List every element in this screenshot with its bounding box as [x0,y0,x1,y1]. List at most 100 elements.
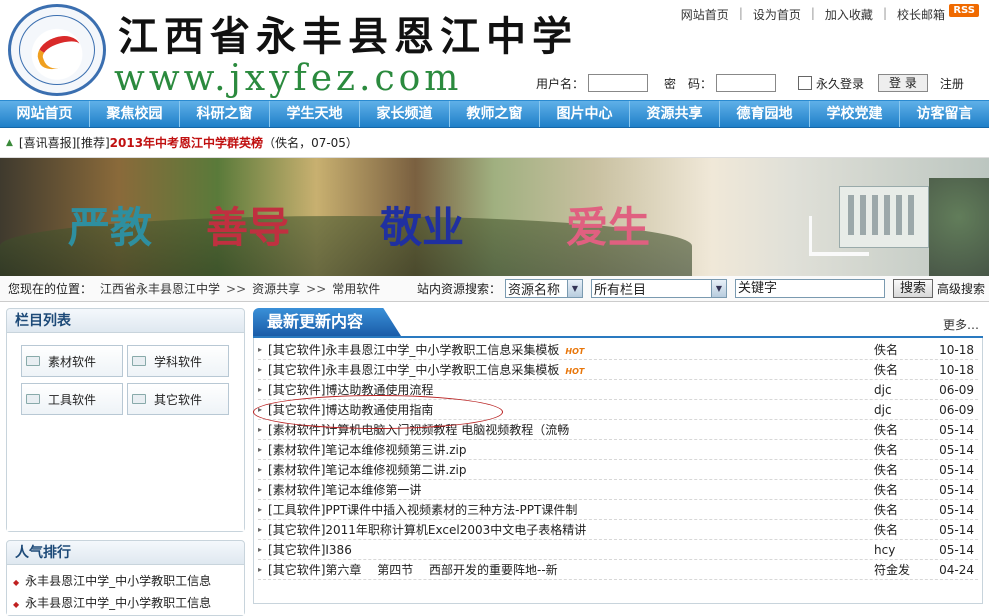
table-row[interactable]: ▸ [素材软件]笔记本维修第一讲 佚名 05-14 [258,480,978,500]
row-title[interactable]: [其它软件]I386 [268,541,874,558]
table-row[interactable]: ▸ [其它软件]2011年职称计算机Excel2003中文电子表格精讲 佚名 05-1… [258,520,978,540]
nav-party[interactable]: 学校党建 [810,101,900,127]
toplink-home[interactable]: 网站首页 [681,6,729,23]
search-input[interactable]: 关键字 [734,279,885,298]
nav-moral-education[interactable]: 德育园地 [720,101,810,127]
table-row[interactable]: ▸ [素材软件]计算机电脑入门视频教程 电脑视频教程（流畅 佚名 05-14 [258,420,978,440]
table-row[interactable]: ▸ [其它软件]博达助教通使用流程 djc 06-09 [258,380,978,400]
chevron-down-icon: ▼ [710,280,726,297]
row-title[interactable]: [素材软件]笔记本维修视频第三讲.zip [268,441,874,458]
school-logo[interactable] [8,4,106,96]
row-date: 05-14 [939,442,974,457]
category-other[interactable]: 其它软件 [127,383,229,415]
site-url: www.jxyfez.com [114,58,463,99]
row-title[interactable]: [素材软件]计算机电脑入门视频教程 电脑视频教程（流畅 [268,421,874,438]
ticker-meta: （佚名，07-05） [263,136,358,150]
folder-icon [132,356,146,366]
nav-pictures[interactable]: 图片中心 [540,101,630,127]
folder-icon [26,394,40,404]
row-date: 05-14 [939,482,974,497]
bullet-icon: ▸ [258,365,263,374]
table-row[interactable]: ▸ [其它软件]博达助教通使用指南 djc 06-09 [258,400,978,420]
nav-research[interactable]: 科研之窗 [180,101,270,127]
table-row[interactable]: ▸ [工具软件]PPT课件中插入视频素材的三种方法-PPT课件制 佚名 05-14 [258,500,978,520]
rss-icon[interactable]: RSS [949,4,979,17]
bullet-icon: ◆ [13,578,20,587]
row-title[interactable]: [其它软件]第六章 第四节 西部开发的重要阵地--新 [268,561,874,578]
row-title[interactable]: [工具软件]PPT课件中插入视频素材的三种方法-PPT课件制 [268,501,874,518]
row-date: 05-14 [939,522,974,537]
row-date: 05-14 [939,422,974,437]
folder-icon [132,394,146,404]
toplink-favorite[interactable]: 加入收藏 [825,6,873,23]
nav-campus-focus[interactable]: 聚焦校园 [90,101,180,127]
breadcrumb-resources[interactable]: 资源共享 [252,282,300,296]
location-bar: 您现在的位置： 江西省永丰县恩江中学 >> 资源共享 >> 常用软件 站内资源搜索： 资… [0,276,989,302]
category-list: 素材软件 学科软件 工具软件 其它软件 [7,333,245,531]
table-row[interactable]: ▸ [其它软件]I386 hcy 05-14 [258,540,978,560]
row-title[interactable]: [素材软件]笔记本维修视频第二讲.zip [268,461,874,478]
banner-trees [929,178,989,276]
category-material[interactable]: 素材软件 [21,345,123,377]
updates-panel: 最新更新内容 更多… ▸ [其它软件]永丰县恩江中学_中小学教职工信息采集模板 HO… [253,308,983,616]
row-title[interactable]: [其它软件]博达助教通使用流程 [268,381,874,398]
toplink-principal-mail[interactable]: 校长邮箱 [897,6,945,23]
row-title[interactable]: [其它软件]永丰县恩江中学_中小学教职工信息采集模板 HOT [268,341,874,358]
row-title[interactable]: [其它软件]博达助教通使用指南 [268,401,874,418]
table-row[interactable]: ▸ [素材软件]笔记本维修视频第三讲.zip 佚名 05-14 [258,440,978,460]
remember-checkbox[interactable] [798,76,813,90]
breadcrumb-home[interactable]: 江西省永丰县恩江中学 [100,282,220,296]
breadcrumb-common-software[interactable]: 常用软件 [332,282,380,296]
search-button[interactable]: 搜索 [892,279,933,298]
bullet-icon: ▸ [258,485,263,494]
row-author: 佚名 [874,503,899,517]
nav-guestbook[interactable]: 访客留言 [900,101,989,127]
row-title[interactable]: [其它软件]2011年职称计算机Excel2003中文电子表格精讲 [268,521,874,538]
list-item[interactable]: ◆ 永丰县恩江中学_中小学教职工信息 [13,571,238,593]
row-date: 04-24 [939,562,974,577]
ticker-headline[interactable]: 2013年中考恩江中学群英榜 [110,134,263,151]
search-field-select[interactable]: 资源名称 ▼ [504,279,583,298]
main-content: 栏目列表 素材软件 学科软件 工具软件 其它软件 人气排行 ◆ 永丰县恩江中学_中… [0,302,989,616]
username-input[interactable] [588,74,649,92]
row-author: 佚名 [874,483,899,497]
nav-home[interactable]: 网站首页 [0,101,90,127]
row-title[interactable]: [其它软件]永丰县恩江中学_中小学教职工信息采集模板 HOT [268,361,874,378]
row-date: 10-18 [939,362,974,377]
row-author: 佚名 [874,423,899,437]
nav-students[interactable]: 学生天地 [270,101,360,127]
sidebar: 栏目列表 素材软件 学科软件 工具软件 其它软件 人气排行 ◆ 永丰县恩江中学_中… [6,308,246,616]
row-date: 05-14 [939,462,974,477]
table-row[interactable]: ▸ [素材软件]笔记本维修视频第二讲.zip 佚名 05-14 [258,460,978,480]
banner-word-3: 敬业 [380,203,465,252]
bullet-icon: ▸ [258,405,263,414]
bullet-icon: ▸ [258,445,263,454]
register-link[interactable]: 注册 [940,75,964,92]
breadcrumb: 江西省永丰县恩江中学 >> 资源共享 >> 常用软件 [100,282,381,296]
toplink-set-home[interactable]: 设为首页 [753,6,801,23]
nav-parents[interactable]: 家长频道 [360,101,450,127]
main-nav: 网站首页 聚焦校园 科研之窗 学生天地 家长频道 教师之窗 图片中心 资源共享 … [0,100,989,128]
category-subject[interactable]: 学科软件 [127,345,229,377]
password-input[interactable] [716,74,777,92]
table-row[interactable]: ▸ [其它软件]永丰县恩江中学_中小学教职工信息采集模板 HOT 佚名 10-18 [258,360,978,380]
list-item[interactable]: ◆ 永丰县恩江中学_中小学教职工信息 [13,593,238,615]
row-author: 佚名 [874,443,899,457]
table-row[interactable]: ▸ [其它软件]永丰县恩江中学_中小学教职工信息采集模板 HOT 佚名 10-18 [258,340,978,360]
updates-header: 最新更新内容 更多… [253,308,983,338]
search-column-select[interactable]: 所有栏目 ▼ [590,279,727,298]
banner-word-1: 严教 [68,203,153,252]
table-row[interactable]: ▸ [其它软件]第六章 第四节 西部开发的重要阵地--新 符金发 04-24 [258,560,978,580]
nav-teachers[interactable]: 教师之窗 [450,101,540,127]
updates-title: 最新更新内容 [253,308,402,336]
bullet-icon: ▸ [258,505,263,514]
more-link[interactable]: 更多… [943,316,979,333]
search-label: 站内资源搜索： [416,282,501,296]
row-title[interactable]: [素材软件]笔记本维修第一讲 [268,481,874,498]
row-author: hcy [874,542,896,557]
bullet-icon: ▸ [258,465,263,474]
login-button[interactable]: 登 录 [878,74,928,92]
nav-resources[interactable]: 资源共享 [630,101,720,127]
category-tools[interactable]: 工具软件 [21,383,123,415]
advanced-search-link[interactable]: 高级搜索 [937,280,985,297]
